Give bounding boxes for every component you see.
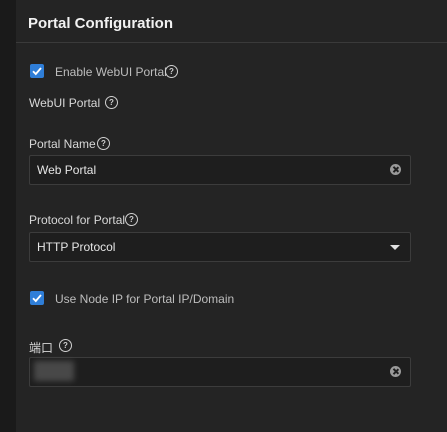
redacted-value	[34, 361, 74, 381]
portal-name-value: Web Portal	[37, 163, 97, 177]
help-icon[interactable]: ?	[105, 96, 118, 109]
protocol-select[interactable]: HTTP Protocol	[29, 232, 411, 262]
portal-configuration-panel: Portal Configuration Enable WebUI Portal…	[16, 0, 447, 432]
clear-icon[interactable]	[390, 164, 401, 175]
enable-webui-checkbox[interactable]	[30, 64, 44, 78]
port-input[interactable]	[29, 357, 411, 387]
enable-webui-label: Enable WebUI Portal	[55, 65, 167, 79]
check-icon	[32, 294, 42, 303]
clear-icon[interactable]	[390, 366, 401, 377]
section-title: Portal Configuration	[28, 15, 173, 32]
webui-portal-label: WebUI Portal	[29, 96, 101, 110]
chevron-down-icon	[390, 245, 400, 250]
section-header: Portal Configuration	[16, 0, 447, 43]
portal-name-input[interactable]: Web Portal	[29, 155, 411, 185]
help-icon[interactable]: ?	[165, 65, 178, 78]
help-icon[interactable]: ?	[59, 339, 72, 352]
use-node-ip-checkbox[interactable]	[30, 291, 44, 305]
protocol-selected-value: HTTP Protocol	[37, 240, 116, 254]
protocol-label: Protocol for Portal	[29, 213, 126, 227]
port-label: 端口	[29, 341, 54, 355]
help-icon[interactable]: ?	[125, 213, 138, 226]
use-node-ip-label: Use Node IP for Portal IP/Domain	[55, 292, 235, 306]
check-icon	[32, 67, 42, 76]
help-icon[interactable]: ?	[97, 137, 110, 150]
portal-name-label: Portal Name	[29, 137, 96, 151]
